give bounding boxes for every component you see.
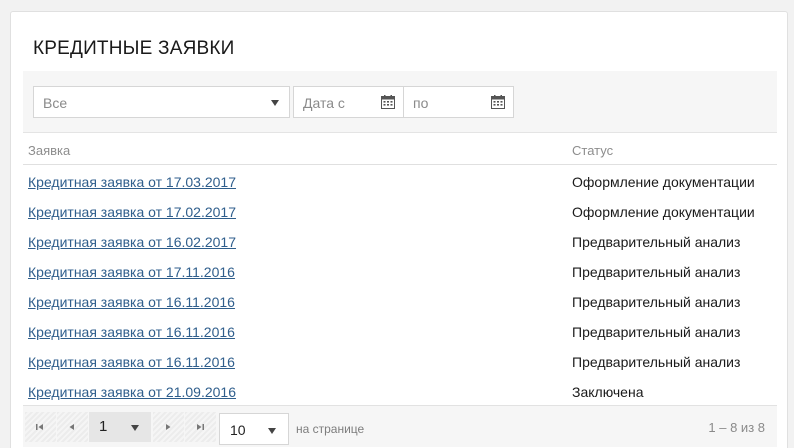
status-cell: Оформление документации xyxy=(572,204,755,220)
date-from-field[interactable]: Дата с xyxy=(293,86,404,118)
request-link[interactable]: Кредитная заявка от 16.11.2016 xyxy=(28,324,235,340)
column-header-request[interactable]: Заявка xyxy=(28,143,70,158)
chevron-down-icon xyxy=(131,425,139,431)
page-title: КРЕДИТНЫЕ ЗАЯВКИ xyxy=(33,38,235,59)
request-link[interactable]: Кредитная заявка от 21.09.2016 xyxy=(28,384,236,400)
status-filter-value: Все xyxy=(43,95,68,111)
table-row: Кредитная заявка от 21.09.2016 Заключена xyxy=(23,376,777,406)
last-page-button[interactable] xyxy=(185,412,216,442)
range-info: 1 – 8 из 8 xyxy=(708,420,765,435)
prev-page-button[interactable] xyxy=(57,412,88,442)
current-page-value: 1 xyxy=(99,418,108,435)
request-link[interactable]: Кредитная заявка от 16.11.2016 xyxy=(28,294,235,310)
table-row: Кредитная заявка от 16.11.2016 Предварит… xyxy=(23,316,777,346)
status-cell: Предварительный анализ xyxy=(572,324,741,340)
per-page-label: на странице xyxy=(296,422,365,436)
pagination-bar: 1 10 на странице 1 – 8 из 8 xyxy=(23,405,777,447)
date-from-placeholder: Дата с xyxy=(303,95,345,111)
table-row: Кредитная заявка от 17.02.2017 Оформлени… xyxy=(23,196,777,226)
date-to-placeholder: по xyxy=(413,95,429,111)
request-link[interactable]: Кредитная заявка от 17.03.2017 xyxy=(28,174,236,190)
table-body: Кредитная заявка от 17.03.2017 Оформлени… xyxy=(23,166,777,406)
table-row: Кредитная заявка от 16.11.2016 Предварит… xyxy=(23,346,777,376)
status-cell: Предварительный анализ xyxy=(572,294,741,310)
status-cell: Предварительный анализ xyxy=(572,354,741,370)
status-cell: Оформление документации xyxy=(572,174,755,190)
first-page-button[interactable] xyxy=(25,412,56,442)
filter-bar: Все Дата с по xyxy=(23,71,777,133)
request-link[interactable]: Кредитная заявка от 17.11.2016 xyxy=(28,264,235,280)
chevron-down-icon xyxy=(271,100,279,106)
first-page-icon xyxy=(36,424,43,430)
request-link[interactable]: Кредитная заявка от 16.11.2016 xyxy=(28,354,235,370)
chevron-down-icon xyxy=(268,428,276,434)
next-page-button[interactable] xyxy=(153,412,184,442)
current-page-select[interactable]: 1 xyxy=(89,412,151,442)
credit-requests-card: КРЕДИТНЫЕ ЗАЯВКИ Все Дата с по Заявка Ст… xyxy=(10,11,788,448)
table-row: Кредитная заявка от 16.11.2016 Предварит… xyxy=(23,286,777,316)
calendar-icon[interactable] xyxy=(381,95,395,109)
table-row: Кредитная заявка от 16.02.2017 Предварит… xyxy=(23,226,777,256)
date-to-field[interactable]: по xyxy=(403,86,514,118)
column-header-status[interactable]: Статус xyxy=(572,143,613,158)
next-page-icon xyxy=(166,424,171,430)
table-row: Кредитная заявка от 17.11.2016 Предварит… xyxy=(23,256,777,286)
page-size-select[interactable]: 10 xyxy=(219,413,289,445)
last-page-icon xyxy=(197,424,204,430)
status-cell: Предварительный анализ xyxy=(572,264,741,280)
request-link[interactable]: Кредитная заявка от 16.02.2017 xyxy=(28,234,236,250)
request-link[interactable]: Кредитная заявка от 17.02.2017 xyxy=(28,204,236,220)
table-row: Кредитная заявка от 17.03.2017 Оформлени… xyxy=(23,166,777,196)
status-cell: Заключена xyxy=(572,384,644,400)
prev-page-icon xyxy=(69,424,74,430)
page-size-value: 10 xyxy=(230,422,246,438)
table-header: Заявка Статус xyxy=(23,134,777,165)
calendar-icon[interactable] xyxy=(491,95,505,109)
status-cell: Предварительный анализ xyxy=(572,234,741,250)
status-filter-select[interactable]: Все xyxy=(33,86,290,118)
